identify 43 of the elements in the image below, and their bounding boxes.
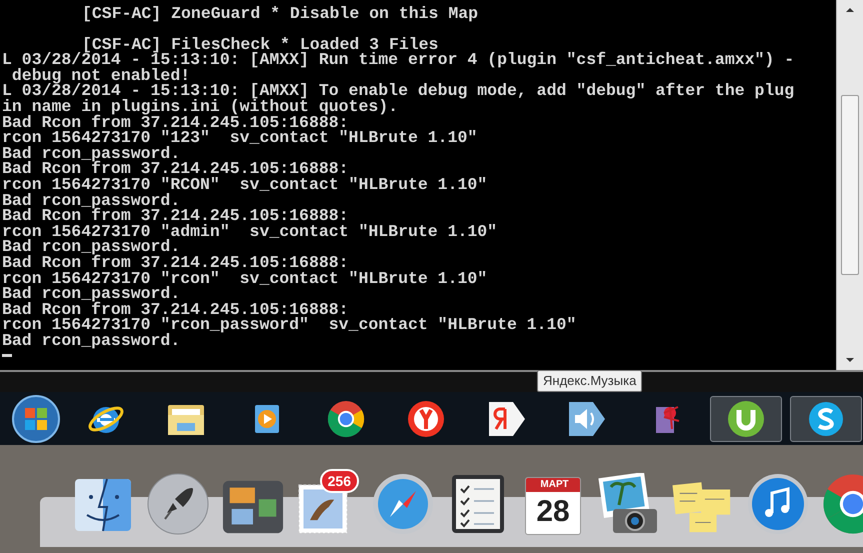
console-line: Bad Rcon from 37.214.245.105:16888: xyxy=(2,302,349,318)
scroll-down-icon[interactable] xyxy=(845,356,855,364)
console-line: Bad rcon_password. xyxy=(2,192,180,208)
console-line: Bad rcon_password. xyxy=(2,146,180,162)
browser-icon xyxy=(406,398,446,438)
console-line: rcon 1564273170 "admin" sv_contact "HLBrute 1.10" xyxy=(2,224,498,240)
console-line: Bad rcon_password. xyxy=(2,286,180,302)
console-line: L 03/28/2014 - 15:13:10: [AMXX] To enable debug mode, add "debug" after the plug xyxy=(2,83,794,99)
unread-count-badge: 256 xyxy=(320,469,359,493)
windows-logo-icon xyxy=(11,394,61,444)
console-line: rcon 1564273170 "RCON" sv_contact "HLBrute 1.10" xyxy=(2,176,488,193)
text-cursor xyxy=(2,354,12,358)
start-button[interactable] xyxy=(10,394,62,442)
calendar-day: 28 xyxy=(526,492,580,532)
scrollbar[interactable] xyxy=(836,0,863,370)
tooltip: Яндекс.Музыка xyxy=(537,370,642,392)
calendar-month: МАРТ xyxy=(526,478,580,492)
console-line: in name in plugins.ini (without quotes). xyxy=(2,98,398,115)
console-line: Bad Rcon from 37.214.245.105:16888: xyxy=(2,161,349,177)
console-line: Bad Rcon from 37.214.245.105:16888: xyxy=(2,254,349,270)
console-line: Bad Rcon from 37.214.245.105:16888: xyxy=(2,114,349,130)
console-line: Bad rcon_password. xyxy=(2,332,180,348)
windows-grid-icon xyxy=(222,479,284,535)
dock-app-button[interactable]: 256 xyxy=(297,469,359,535)
chrome-icon xyxy=(327,400,365,438)
torrent-icon xyxy=(726,398,766,438)
console-line: rcon 1564273170 "rcon_password" sv_contact "HLBrute 1.10" xyxy=(2,317,576,333)
dock-app-button[interactable]: МАРТ 28 xyxy=(522,469,584,535)
taskbar-app-button[interactable] xyxy=(790,396,862,442)
console-line: L 03/28/2014 - 15:13:10: [AMXX] Run time error 4 (plugin "csf_anticheat.amxx") - xyxy=(2,52,794,68)
scroll-thumb[interactable] xyxy=(841,95,859,275)
console-line: rcon 1564273170 "123" sv_contact "HLBrute 1.10" xyxy=(2,130,478,146)
console-line: Bad Rcon from 37.214.245.105:16888: xyxy=(2,208,349,224)
checklist-icon xyxy=(450,473,506,535)
taskbar-app-button[interactable] xyxy=(710,396,782,442)
console-line: [CSF-AC] FilesCheck * Loaded 3 Files xyxy=(82,36,438,52)
rocket-icon xyxy=(147,473,209,535)
console-line: rcon 1564273170 "rcon" sv_contact "HLBrute 1.10" xyxy=(2,270,488,286)
scroll-up-icon[interactable] xyxy=(845,6,855,14)
console-line: [CSF-AC] ZoneGuard * Disable on this Map xyxy=(81,6,478,22)
console-line: Bad rcon_password. xyxy=(2,239,180,255)
camera-palm-icon xyxy=(597,473,659,535)
console-line: debug not enabled! xyxy=(11,68,190,84)
